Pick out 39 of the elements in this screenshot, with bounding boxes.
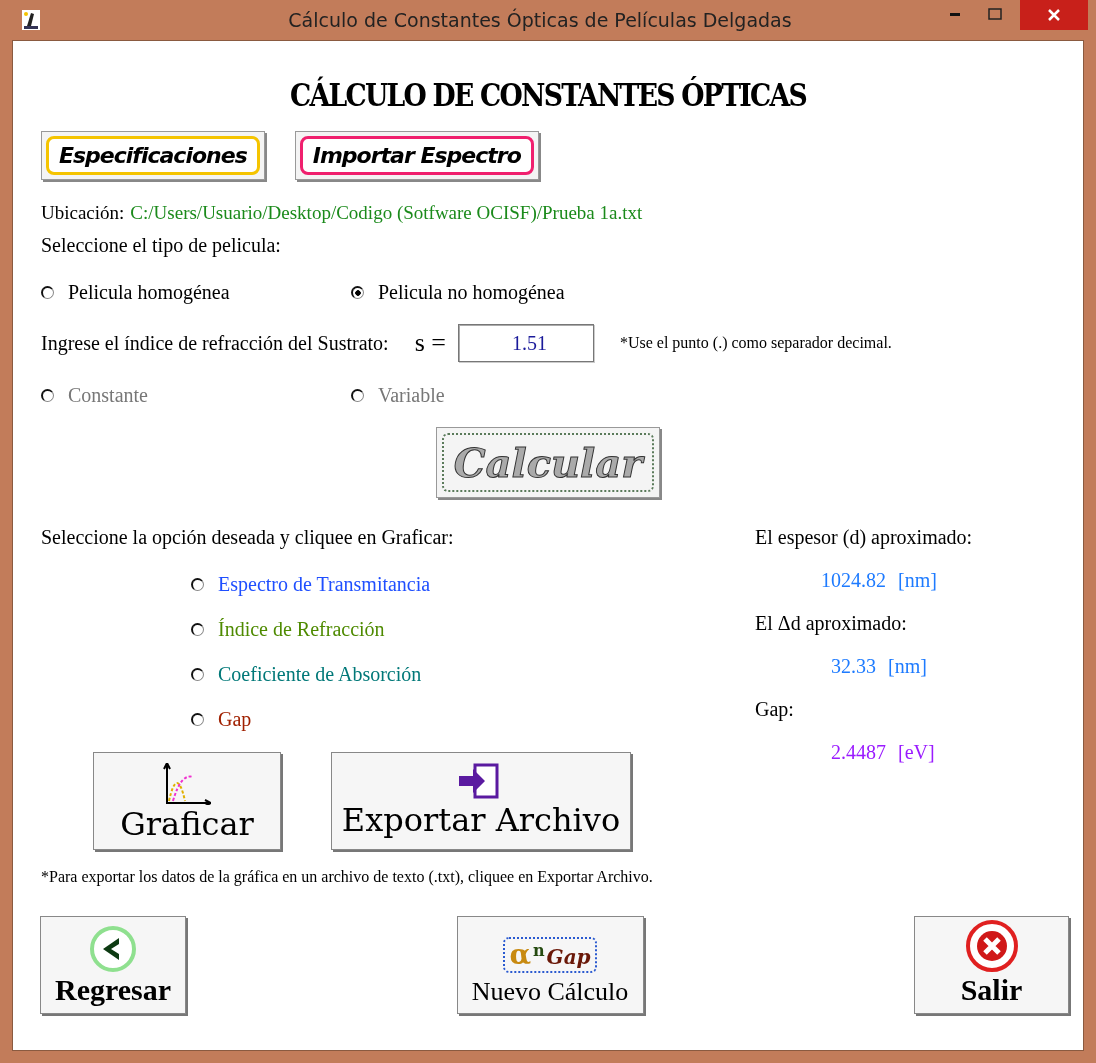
radio-option[interactable]: Pelicula homogénea [41,281,230,304]
close-icon [964,919,1019,973]
location-label: Ubicación: [41,202,125,224]
back-icon [89,925,137,973]
result-value: 2.4487 [831,741,886,764]
radio-option[interactable]: Gap [191,708,755,731]
result-value: 1024.82 [821,569,886,592]
hint-text: *Use el punto (.) como separador decimal. [619,334,892,352]
unit-label: [nm] [898,569,937,592]
exit-button[interactable]: Salir [914,916,1069,1014]
export-note: *Para exportar los datos de la gráfica en un archivo de texto (.txt), cliquee en Exportar Archivo. [41,868,654,886]
radio-option[interactable]: Espectro de Transmitancia [191,573,755,596]
radio-option[interactable]: Pelicula no homogénea [351,281,565,304]
result-label: Gap: [755,698,795,721]
substrate-label: Ingrese el índice de refracción del Sustrato: [41,331,389,355]
close-icon [1047,8,1061,22]
film-type-prompt: Seleccione el tipo de pelicula: [41,234,282,257]
symbol-label: s = [414,328,446,358]
tab-button[interactable]: Importar Espectro [294,131,539,180]
back-button[interactable]: Regresar [40,916,186,1014]
file-path: C:/Users/Usuario/Desktop/Codigo (Sotfware OCISF)/Prueba 1a.txt [130,202,643,224]
unit-label: [nm] [888,655,927,678]
plot-button[interactable]: Graficar [93,752,281,850]
maximize-button[interactable] [988,8,1002,20]
radio-option[interactable]: Coeficiente de Absorción [191,663,755,686]
close-button[interactable] [1020,0,1088,30]
chart-icon [163,763,211,805]
app-icon [22,10,40,30]
result-label: El Δd aproximado: [755,612,908,635]
export-button[interactable]: Exportar Archivo [331,752,631,850]
result-label: El espesor (d) aproximado: [755,526,974,549]
plot-prompt: Seleccione la opción deseada y cliquee en Graficar: [41,526,455,549]
radio-option[interactable]: Índice de Refracción [191,618,755,641]
window-title: Cálculo de Constantes Ópticas de Películas Delgadas [287,9,793,31]
heading: CÁLCULO DE CONSTANTES ÓPTICAS [288,75,808,115]
tab-button[interactable]: Especificaciones [41,131,265,180]
input-field[interactable]: 1.51 [457,324,594,362]
result-value: 32.33 [831,655,876,678]
unit-label: [eV] [898,741,935,764]
